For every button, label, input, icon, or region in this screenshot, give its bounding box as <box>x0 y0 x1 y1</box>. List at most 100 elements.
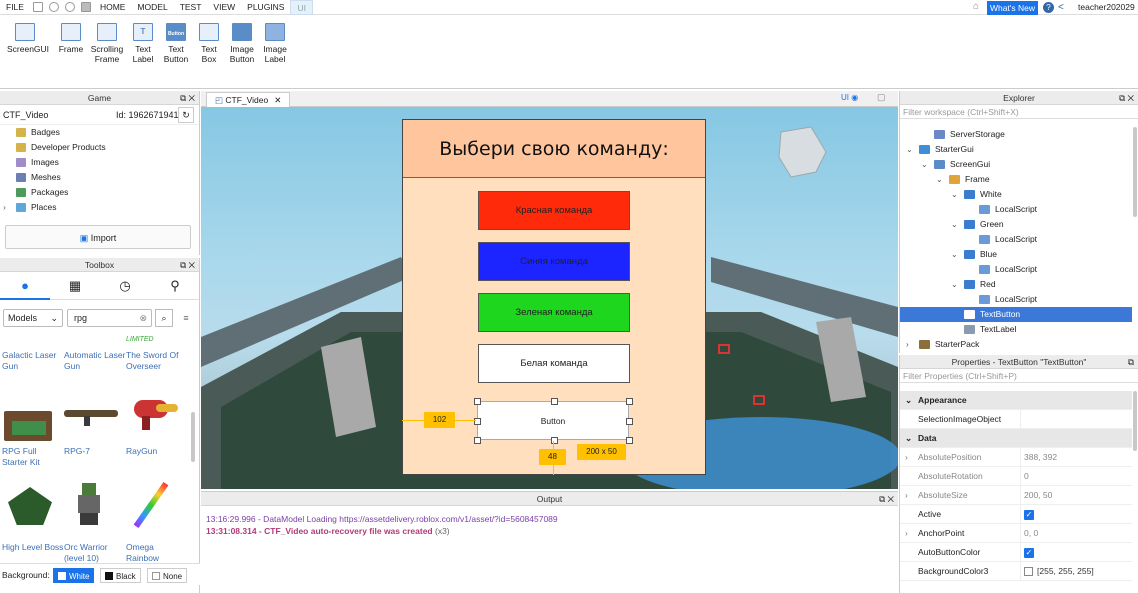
panel-controls-icon[interactable]: ⧉ <box>1128 355 1134 369</box>
creations-tab-icon[interactable]: ⚲ <box>150 272 200 300</box>
property-section[interactable]: ⌄ Data <box>900 429 1132 448</box>
explorer-item-startergui[interactable]: ⌄ StarterGui <box>900 142 1132 157</box>
menu-home[interactable]: HOME <box>94 0 132 15</box>
property-value[interactable]: [255, 255, 255] <box>1037 566 1094 576</box>
username[interactable]: teacher202029 <box>1078 0 1135 15</box>
expand-arrow-icon[interactable]: › <box>905 486 908 505</box>
toolbox-item[interactable]: High Level Boss <box>2 542 64 553</box>
explorer-item-textlabel[interactable]: TextLabel <box>900 322 1132 337</box>
property-row[interactable]: › AbsolutePosition 388, 392 <box>900 448 1132 467</box>
recent-tab-icon[interactable]: ◷ <box>100 272 150 300</box>
resize-handle[interactable] <box>626 418 633 425</box>
text-box-button[interactable]: Text Box <box>191 23 227 64</box>
property-value-cell[interactable]: 388, 392 <box>1024 448 1057 467</box>
panel-controls-icon[interactable]: ⧉ ✕ <box>180 91 195 105</box>
game-item-images[interactable]: Images <box>0 155 199 170</box>
properties-scrollbar[interactable] <box>1133 391 1137 451</box>
game-item-developer-products[interactable]: Developer Products <box>0 140 199 155</box>
share-icon[interactable]: < <box>1058 2 1064 13</box>
red-team-button[interactable]: Красная команда <box>478 191 630 230</box>
explorer-item-localscript[interactable]: LocalScript <box>900 232 1132 247</box>
game-item-badges[interactable]: Badges <box>0 125 199 140</box>
expand-arrow-icon[interactable]: › <box>3 200 6 215</box>
property-section[interactable]: ⌄ Appearance <box>900 391 1132 410</box>
collapse-arrow-icon[interactable]: ⌄ <box>905 391 912 410</box>
property-value[interactable]: 200, 50 <box>1024 490 1052 500</box>
redo-icon[interactable] <box>64 2 75 12</box>
blue-team-button[interactable]: Синяя команда <box>478 242 630 281</box>
boss-thumbnail[interactable] <box>2 483 56 529</box>
expand-arrow-icon[interactable]: › <box>905 524 908 543</box>
bg-white-button[interactable]: White <box>53 568 95 583</box>
bg-black-button[interactable]: Black <box>100 568 141 583</box>
resize-handle[interactable] <box>626 398 633 405</box>
property-value[interactable]: 0 <box>1024 471 1029 481</box>
menu-test[interactable]: TEST <box>174 0 208 15</box>
collapse-arrow-icon[interactable]: ⌄ <box>951 187 958 202</box>
green-team-button[interactable]: Зеленая команда <box>478 293 630 332</box>
property-row[interactable]: AbsoluteRotation 0 <box>900 467 1132 486</box>
explorer-filter-input[interactable]: Filter workspace (Ctrl+Shift+X) <box>900 105 1138 119</box>
toolbox-item[interactable]: RPG Full Starter Kit <box>2 446 64 468</box>
toolbox-search-input[interactable]: rpg ⊗ <box>67 309 152 327</box>
expand-arrow-icon[interactable]: › <box>906 337 909 352</box>
toolbox-item[interactable]: RPG-7 <box>64 446 126 457</box>
property-row[interactable]: BackgroundColor3 [255, 255, 255] <box>900 562 1132 581</box>
panel-controls-icon[interactable]: ⧉ ✕ <box>180 258 195 272</box>
collapse-arrow-icon[interactable]: ⌄ <box>905 429 912 448</box>
explorer-item-textbutton[interactable]: TextButton <box>900 307 1132 322</box>
toolbox-item[interactable]: The Sword Of Overseer <box>126 350 188 372</box>
close-icon[interactable]: ✕ <box>274 95 281 105</box>
menu-plugins[interactable]: PLUGINS <box>241 0 290 15</box>
explorer-item-frame[interactable]: ⌄ Frame <box>900 172 1132 187</box>
menu-view[interactable]: VIEW <box>207 0 241 15</box>
property-value[interactable]: 388, 392 <box>1024 452 1057 462</box>
expand-arrow-icon[interactable]: › <box>905 448 908 467</box>
menu-ui[interactable]: UI <box>290 0 313 15</box>
screengui-button[interactable]: ScreenGUI <box>7 23 49 54</box>
marketplace-tab-icon[interactable]: ● <box>0 272 50 300</box>
text-label-button[interactable]: T Text Label <box>125 23 161 64</box>
game-item-packages[interactable]: Packages <box>0 185 199 200</box>
explorer-item-red[interactable]: ⌄ Red <box>900 277 1132 292</box>
property-value[interactable]: 0, 0 <box>1024 528 1038 538</box>
rpg-kit-thumbnail[interactable] <box>2 403 56 449</box>
explorer-item-localscript[interactable]: LocalScript <box>900 202 1132 217</box>
collapse-arrow-icon[interactable]: ⌄ <box>921 157 928 172</box>
image-button-button[interactable]: Image Button <box>224 23 260 64</box>
explorer-item-blue[interactable]: ⌄ Blue <box>900 247 1132 262</box>
property-row[interactable]: › AbsoluteSize 200, 50 <box>900 486 1132 505</box>
properties-filter-input[interactable]: Filter Properties (Ctrl+Shift+P) <box>900 369 1138 383</box>
resize-handle[interactable] <box>474 437 481 444</box>
toolbox-item[interactable]: Orc Warrior (level 10) <box>64 542 126 564</box>
menu-model[interactable]: MODEL <box>131 0 173 15</box>
collapse-arrow-icon[interactable]: ⌄ <box>936 172 943 187</box>
property-row[interactable]: › AnchorPoint 0, 0 <box>900 524 1132 543</box>
toolbox-scrollbar[interactable] <box>191 412 195 462</box>
category-select[interactable]: Models ⌄ <box>3 309 63 327</box>
checkbox-checked[interactable]: ✓ <box>1024 510 1034 520</box>
panel-controls-icon[interactable]: ⧉ ✕ <box>879 492 894 506</box>
ui-visibility-toggle[interactable]: UI ◉ <box>841 93 858 102</box>
search-icon[interactable]: ⌕ <box>155 309 173 327</box>
explorer-item-starterpack[interactable]: › StarterPack <box>900 337 1132 352</box>
refresh-icon[interactable]: ↻ <box>178 107 194 123</box>
property-row[interactable]: SelectionImageObject <box>900 410 1132 429</box>
property-row[interactable]: AutoButtonColor ✓ <box>900 543 1132 562</box>
checkbox-checked[interactable]: ✓ <box>1024 548 1034 558</box>
scrolling-frame-button[interactable]: Scrolling Frame <box>89 23 125 64</box>
color-swatch-icon[interactable] <box>1024 567 1033 577</box>
new-file-icon[interactable] <box>32 2 43 12</box>
explorer-item-localscript[interactable]: LocalScript <box>900 262 1132 277</box>
property-row[interactable]: Active ✓ <box>900 505 1132 524</box>
rpg7-thumbnail[interactable] <box>64 403 118 449</box>
orc-thumbnail[interactable] <box>64 483 118 529</box>
property-value-cell[interactable]: [255, 255, 255] <box>1024 562 1094 581</box>
maximize-icon[interactable]: ▢ <box>877 92 886 103</box>
frame-button[interactable]: Frame <box>53 23 89 54</box>
inventory-tab-icon[interactable]: ▦ <box>50 272 100 300</box>
undo-icon[interactable] <box>48 2 59 12</box>
tab-ctf-video[interactable]: ◰ CTF_Video ✕ <box>206 92 291 107</box>
raygun-thumbnail[interactable] <box>126 396 180 442</box>
toolbox-item[interactable]: Galactic Laser Gun <box>2 350 64 372</box>
